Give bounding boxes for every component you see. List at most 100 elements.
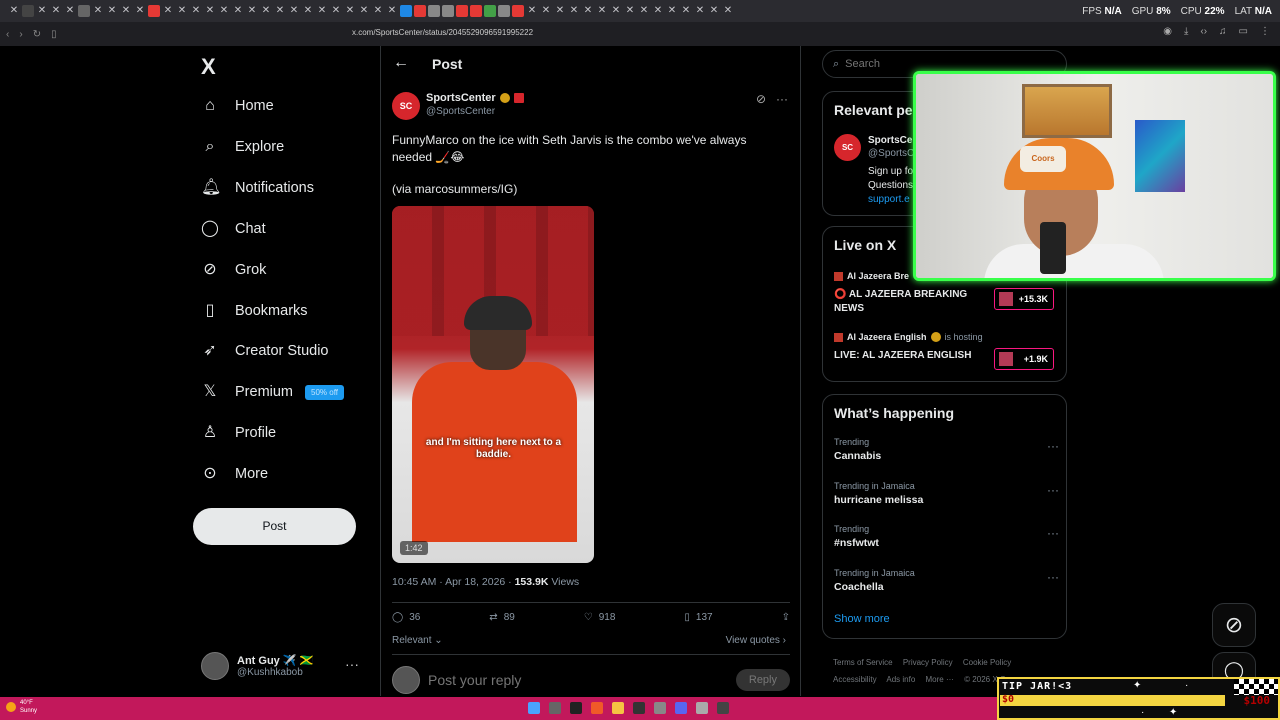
weather-widget[interactable]: 40°F Sunny <box>6 699 37 715</box>
reply-input[interactable] <box>428 672 728 688</box>
more-dots-icon[interactable]: ··· <box>345 656 359 672</box>
tab-icon[interactable] <box>22 5 34 17</box>
nav-creator-studio[interactable]: ➶ Creator Studio <box>201 336 328 366</box>
window-icon[interactable]: ▭ <box>1239 26 1248 37</box>
tab-icon[interactable] <box>78 5 90 17</box>
tab-icon[interactable]: ✕ <box>8 5 20 17</box>
relevant-person-name[interactable]: SportsCe <box>868 135 912 146</box>
folder-icon[interactable] <box>612 702 624 714</box>
nav-grok[interactable]: ⊘ Grok <box>201 255 266 285</box>
nav-home[interactable]: ⌂ Home <box>201 91 274 121</box>
tab-icon[interactable]: ✕ <box>190 5 202 17</box>
post-timestamp[interactable]: 10:45 AM · Apr 18, 2026 · <box>392 576 515 588</box>
author-name[interactable]: SportsCenter <box>426 92 496 104</box>
more-dots-icon[interactable]: ··· <box>776 92 788 106</box>
more-dots-icon[interactable]: ··· <box>1047 526 1059 540</box>
nav-profile[interactable]: ♙ Profile <box>201 418 276 448</box>
tab-icon[interactable]: ✕ <box>330 5 342 17</box>
footer-link[interactable]: More ··· <box>926 675 954 684</box>
like-action[interactable]: ♡ 918 <box>584 612 616 623</box>
nav-explore[interactable]: ⌕ Explore <box>201 132 285 162</box>
live-host[interactable]: Al Jazeera English is hosting <box>834 332 983 342</box>
tab-icon[interactable] <box>428 5 440 17</box>
show-more-link[interactable]: Show more <box>834 613 890 625</box>
tab-icon[interactable]: ✕ <box>526 5 538 17</box>
live-title[interactable]: LIVE: AL JAZEERA ENGLISH <box>834 349 984 363</box>
tab-icon[interactable]: ✕ <box>134 5 146 17</box>
tab-icon[interactable] <box>456 5 468 17</box>
brave-icon[interactable] <box>591 702 603 714</box>
app-icon[interactable] <box>717 702 729 714</box>
extension-icon[interactable]: ◉ <box>1163 26 1172 37</box>
url-field[interactable]: x.com/SportsCenter/status/20455290965919… <box>352 28 533 37</box>
tab-icon[interactable] <box>512 5 524 17</box>
tab-icon[interactable]: ✕ <box>624 5 636 17</box>
tab-icon[interactable]: ✕ <box>162 5 174 17</box>
more-dots-icon[interactable]: ··· <box>1047 570 1059 584</box>
share-action[interactable]: ⇪ <box>782 612 790 623</box>
more-dots-icon[interactable]: ··· <box>1047 439 1059 453</box>
discord-icon[interactable] <box>675 702 687 714</box>
tab-icon[interactable]: ✕ <box>316 5 328 17</box>
x-logo-icon[interactable]: X <box>201 54 216 80</box>
forward-arrow-icon[interactable]: › <box>19 29 22 40</box>
tab-icon[interactable]: ✕ <box>372 5 384 17</box>
tab-icon[interactable]: ✕ <box>680 5 692 17</box>
tab-icon[interactable]: ✕ <box>176 5 188 17</box>
back-arrow-icon[interactable]: ← <box>393 54 409 72</box>
nav-notifications[interactable]: 🔔︎ Notifications <box>201 173 314 203</box>
reply-button[interactable]: Reply <box>735 669 790 691</box>
sort-relevant-dropdown[interactable]: Relevant ⌄ <box>392 635 443 646</box>
more-dots-icon[interactable]: ··· <box>1047 483 1059 497</box>
menu-icon[interactable]: ⋮ <box>1260 26 1270 37</box>
obs-icon[interactable] <box>633 702 645 714</box>
reload-icon[interactable]: ↻ <box>33 29 41 40</box>
tab-icon[interactable]: ✕ <box>204 5 216 17</box>
footer-link[interactable]: Ads info <box>886 675 915 684</box>
notepad-icon[interactable] <box>696 702 708 714</box>
tab-icon[interactable]: ✕ <box>568 5 580 17</box>
nav-bookmarks[interactable]: ▯ Bookmarks <box>201 296 308 326</box>
tab-icon[interactable]: ✕ <box>358 5 370 17</box>
nav-chat[interactable]: ◯ Chat <box>201 214 266 244</box>
live-listener-count[interactable]: +1.9K <box>994 348 1054 370</box>
account-switcher[interactable]: Ant Guy ✈️ 🇯🇲 @Kushhkabob ··· <box>201 652 371 680</box>
tab-icon[interactable]: ✕ <box>344 5 356 17</box>
tab-icon[interactable]: ✕ <box>302 5 314 17</box>
post-author[interactable]: SC SportsCenter @SportsCenter <box>392 92 524 120</box>
tab-icon[interactable]: ✕ <box>288 5 300 17</box>
tab-icon[interactable]: ✕ <box>36 5 48 17</box>
back-arrow-icon[interactable]: ‹ <box>6 29 9 40</box>
tab-icon[interactable]: ✕ <box>666 5 678 17</box>
search-input[interactable] <box>845 58 1046 70</box>
live-title[interactable]: ⭕ AL JAZEERA BREAKING NEWS <box>834 288 984 316</box>
search-icon[interactable] <box>549 702 561 714</box>
repost-action[interactable]: ⇄ 89 <box>489 612 515 623</box>
tab-icon[interactable] <box>484 5 496 17</box>
sidebar-toggle-icon[interactable]: ▯ <box>51 29 57 40</box>
tab-icon[interactable]: ✕ <box>246 5 258 17</box>
grok-floating-button[interactable]: ⊘ <box>1212 603 1256 647</box>
download-icon[interactable]: ⤓ <box>1184 26 1188 37</box>
live-listener-count[interactable]: +15.3K <box>994 288 1054 310</box>
tab-icon[interactable] <box>414 5 426 17</box>
tab-icon[interactable] <box>470 5 482 17</box>
trend-item[interactable]: Trending Cannabis ··· <box>834 437 1059 462</box>
tab-icon[interactable]: ✕ <box>610 5 622 17</box>
trend-item[interactable]: Trending #nsfwtwt ··· <box>834 524 1059 549</box>
grok-icon[interactable]: ⊘ <box>756 92 766 106</box>
trend-item[interactable]: Trending in Jamaica hurricane melissa ··… <box>834 481 1059 506</box>
tab-icon[interactable]: ✕ <box>708 5 720 17</box>
author-handle[interactable]: @SportsCenter <box>426 106 524 117</box>
author-avatar[interactable]: SC <box>392 92 420 120</box>
tab-icon[interactable]: ✕ <box>106 5 118 17</box>
tab-icon[interactable] <box>442 5 454 17</box>
bio-link[interactable]: support.e <box>868 193 913 207</box>
tab-icon[interactable]: ✕ <box>694 5 706 17</box>
tab-icon[interactable]: ✕ <box>554 5 566 17</box>
post-button[interactable]: Post <box>193 508 356 545</box>
steam-icon[interactable] <box>570 702 582 714</box>
avatar[interactable]: SC <box>834 134 861 161</box>
music-icon[interactable]: ♫ <box>1219 26 1227 37</box>
tab-icon[interactable]: ✕ <box>260 5 272 17</box>
